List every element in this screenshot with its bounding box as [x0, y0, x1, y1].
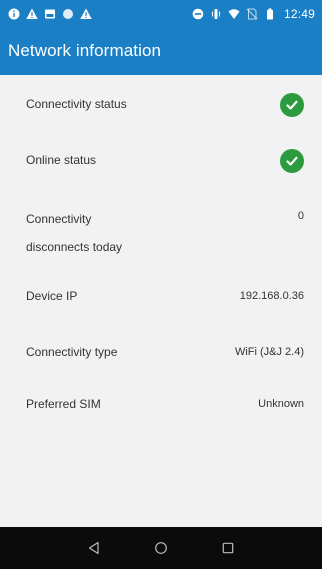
info-icon — [8, 8, 20, 20]
list-item-device-ip: Device IP 192.168.0.36 — [0, 285, 322, 308]
screen: 12:49 Network information Connectivity s… — [0, 0, 322, 569]
page-title: Network information — [8, 41, 162, 60]
check-circle-icon — [280, 93, 304, 117]
row-value: Unknown — [258, 398, 304, 410]
row-label: Device IP — [26, 289, 78, 303]
app-bar: Network information — [0, 27, 322, 75]
circle-icon — [62, 8, 74, 20]
row-label: Connectivity status — [26, 97, 127, 111]
row-label: Connectivity type — [26, 345, 118, 359]
row-value: WiFi (J&J 2.4) — [234, 346, 304, 358]
row-label: Online status — [26, 153, 97, 167]
row-label-line2: disconnects today — [26, 240, 123, 254]
list-item-disconnects-today: Connectivity disconnects today 0 — [0, 205, 322, 261]
status-bar: 12:49 — [0, 0, 322, 27]
battery-icon — [264, 8, 276, 20]
status-clock: 12:49 — [283, 6, 315, 21]
check-circle-icon — [280, 149, 304, 173]
do-not-disturb-icon — [192, 8, 204, 20]
row-label: Preferred SIM — [26, 397, 101, 411]
warning-icon — [26, 8, 38, 20]
list-item-connectivity-status: Connectivity status — [0, 93, 322, 117]
status-right-icons: 12:49 — [192, 7, 315, 21]
home-icon[interactable] — [153, 540, 169, 556]
no-sim-icon — [246, 8, 258, 20]
row-value: 192.168.0.36 — [239, 290, 304, 302]
row-value: 0 — [297, 210, 304, 222]
list-item-connectivity-type: Connectivity type WiFi (J&J 2.4) — [0, 341, 322, 364]
recents-icon[interactable] — [220, 540, 236, 556]
navigation-bar — [0, 527, 322, 569]
warning-icon — [80, 8, 92, 20]
list-item-online-status: Online status — [0, 149, 322, 173]
row-label: Connectivity disconnects today — [26, 205, 122, 261]
back-icon[interactable] — [86, 540, 102, 556]
image-icon — [44, 8, 56, 20]
status-left-icons — [8, 8, 92, 20]
row-label-line1: Connectivity — [26, 212, 92, 226]
vibrate-icon — [210, 8, 222, 20]
list-item-preferred-sim: Preferred SIM Unknown — [0, 393, 322, 416]
wifi-icon — [228, 8, 240, 20]
